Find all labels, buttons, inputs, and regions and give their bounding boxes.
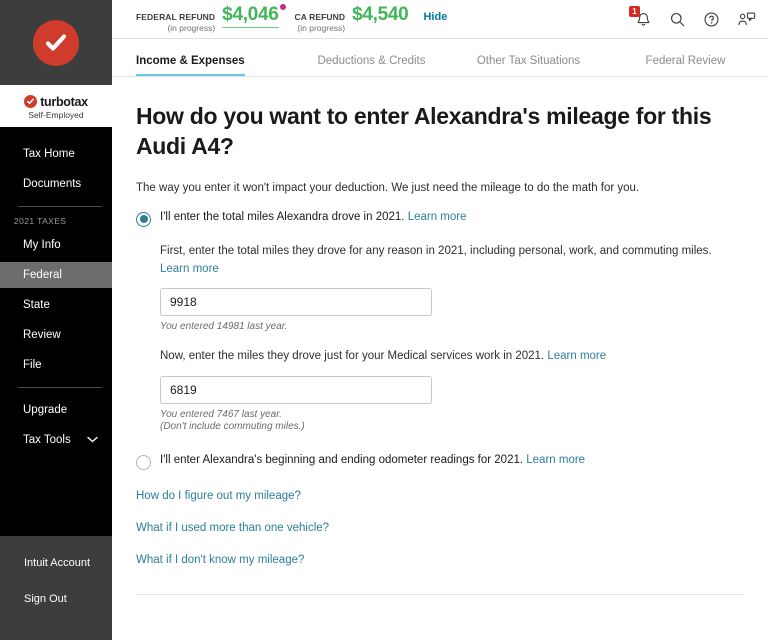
option-total-miles-row[interactable]: I'll enter the total miles Alexandra dro… — [136, 211, 744, 227]
sidebar-bottom: Intuit Account Sign Out — [0, 536, 112, 640]
federal-refund-dot-icon — [279, 4, 286, 11]
hide-refund-button[interactable]: Hide — [423, 11, 447, 23]
brand-subtitle: Self-Employed — [28, 109, 84, 120]
federal-refund-amount-text: $4,046 — [222, 4, 279, 26]
brand-band: turbotax Self-Employed — [0, 85, 112, 127]
page-content: How do you want to enter Alexandra's mil… — [112, 77, 768, 596]
chevron-down-icon — [87, 435, 98, 445]
state-refund-status: (in progress) — [297, 23, 346, 33]
state-refund-label: CA REFUND — [294, 12, 346, 23]
option-total-miles-text: I'll enter the total miles Alexandra dro… — [160, 210, 405, 223]
turbotax-check-logo-icon — [33, 19, 79, 66]
sidebar-item-intuit-account[interactable]: Intuit Account — [14, 550, 112, 576]
state-refund-labels: CA REFUND (in progress) — [295, 12, 346, 33]
state-refund-group[interactable]: CA REFUND (in progress) $4,540 Hide — [295, 4, 448, 33]
sidebar-item-upgrade[interactable]: Upgrade — [0, 397, 112, 423]
bell-icon[interactable]: 1 — [629, 5, 652, 28]
federal-refund-label: FEDERAL REFUND — [136, 12, 216, 23]
tab-slot-4: Federal Review — [607, 55, 764, 76]
sidebar-item-tax-tools-label: Tax Tools — [23, 434, 71, 446]
app-root: turbotax Self-Employed Tax Home Document… — [0, 0, 768, 640]
federal-refund-status: (in progress) — [167, 23, 216, 33]
option-total-miles-learn-more-link[interactable]: Learn more — [408, 211, 467, 223]
help-circle-icon[interactable] — [703, 11, 720, 28]
sidebar-item-state[interactable]: State — [0, 292, 112, 318]
sidebar-item-tax-home[interactable]: Tax Home — [0, 141, 112, 167]
tab-slot-1: Income & Expenses — [136, 55, 293, 76]
sidebar-nav: Tax Home Documents 2021 TAXES My Info Fe… — [0, 127, 112, 536]
sidebar-section-label: 2021 TAXES — [14, 216, 67, 226]
business-miles-hint: You entered 7467 last year. — [160, 409, 282, 421]
content-bottom-divider — [136, 594, 744, 596]
brand-check-icon — [24, 95, 38, 108]
business-miles-input[interactable] — [160, 376, 432, 405]
topbar-icon-group: 1 — [629, 5, 756, 28]
state-refund-amount: $4,540 — [352, 4, 409, 26]
option-odometer-row[interactable]: I'll enter Alexandra's beginning and end… — [136, 454, 744, 471]
help-link-figure-out-mileage[interactable]: How do I figure out my mileage? — [136, 490, 744, 502]
federal-refund-labels: FEDERAL REFUND (in progress) — [136, 12, 215, 33]
sidebar-item-federal[interactable]: Federal — [0, 262, 112, 288]
sidebar-item-my-info[interactable]: My Info — [0, 232, 112, 258]
tab-slot-2: Deductions & Credits — [293, 55, 450, 76]
radio-odometer[interactable] — [136, 455, 151, 471]
sidebar-logo-block — [0, 0, 112, 85]
option-odometer-label: I'll enter Alexandra's beginning and end… — [160, 454, 585, 466]
person-chat-icon[interactable] — [737, 11, 756, 28]
notification-badge: 1 — [629, 5, 640, 17]
option-odometer-learn-more-link[interactable]: Learn more — [526, 454, 585, 466]
help-link-dont-know-mileage[interactable]: What if I don't know my mileage? — [136, 554, 744, 566]
tab-deductions-and-credits[interactable]: Deductions & Credits — [317, 55, 425, 76]
radio-total-miles[interactable] — [136, 211, 151, 227]
tab-federal-review[interactable]: Federal Review — [646, 55, 726, 76]
business-miles-learn-more-link[interactable]: Learn more — [547, 350, 606, 362]
tab-slot-3: Other Tax Situations — [450, 55, 607, 76]
page-lede: The way you enter it won't impact your d… — [136, 181, 640, 194]
total-miles-fields: First, enter the total miles they drove … — [160, 243, 744, 432]
sidebar: turbotax Self-Employed Tax Home Document… — [0, 0, 112, 640]
federal-refund-amount[interactable]: $4,046 — [222, 4, 286, 29]
business-miles-description: Now, enter the miles they drove just for… — [160, 348, 738, 366]
sidebar-item-file[interactable]: File — [0, 352, 112, 378]
option-odometer-text: I'll enter Alexandra's beginning and end… — [160, 454, 524, 467]
main-area: FEDERAL REFUND (in progress) $4,046 CA R… — [112, 0, 768, 640]
business-miles-description-text: Now, enter the miles they drove just for… — [160, 350, 545, 363]
sidebar-item-review[interactable]: Review — [0, 322, 112, 348]
total-miles-learn-more-link[interactable]: Learn more — [160, 263, 219, 275]
tab-bar: Income & Expenses Deductions & Credits O… — [112, 39, 768, 77]
sidebar-divider-2 — [18, 387, 102, 388]
total-miles-description-text: First, enter the total miles they drove … — [160, 244, 712, 257]
help-link-more-than-one-vehicle[interactable]: What if I used more than one vehicle? — [136, 522, 744, 534]
page-title: How do you want to enter Alexandra's mil… — [136, 103, 712, 160]
business-miles-hint-secondary: (Don't include commuting miles.) — [160, 421, 305, 433]
sidebar-item-tax-tools[interactable]: Tax Tools — [0, 427, 112, 453]
total-miles-input[interactable] — [160, 288, 432, 317]
total-miles-hint: You entered 14981 last year. — [160, 321, 288, 333]
sidebar-item-sign-out[interactable]: Sign Out — [14, 586, 112, 612]
option-total-miles-label: I'll enter the total miles Alexandra dro… — [160, 211, 467, 223]
total-miles-description: First, enter the total miles they drove … — [160, 243, 738, 279]
federal-refund-group[interactable]: FEDERAL REFUND (in progress) $4,046 — [136, 4, 286, 33]
tab-income-and-expenses[interactable]: Income & Expenses — [136, 55, 245, 76]
tab-other-tax-situations[interactable]: Other Tax Situations — [477, 55, 580, 76]
sidebar-item-documents[interactable]: Documents — [0, 171, 112, 197]
topbar: FEDERAL REFUND (in progress) $4,046 CA R… — [112, 0, 768, 39]
sidebar-divider-1 — [18, 206, 102, 207]
search-icon[interactable] — [669, 11, 686, 28]
brand-name: turbotax — [40, 94, 88, 109]
